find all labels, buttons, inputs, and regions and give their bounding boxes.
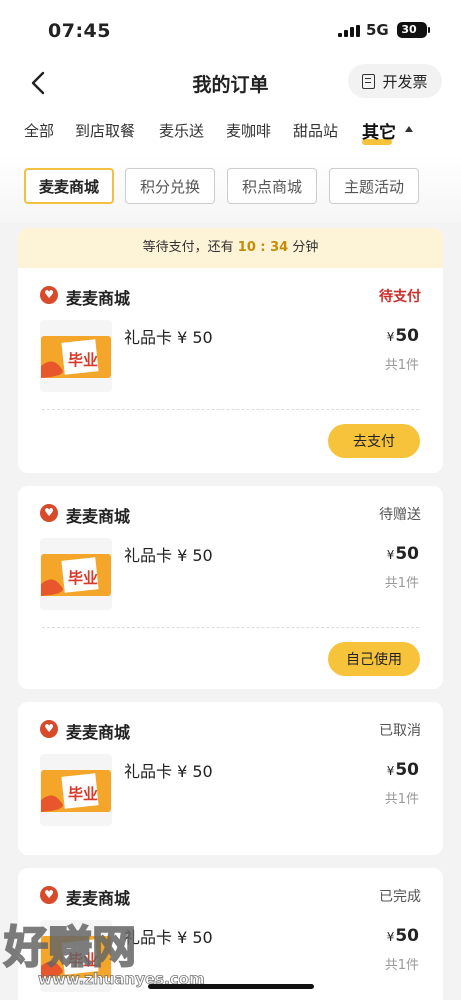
order-header: 麦麦商城 已取消 [18, 702, 443, 744]
mcdonalds-heart-icon [40, 720, 58, 738]
gift-card-thumbnail: 毕业 [40, 920, 112, 992]
order-item[interactable]: 毕业 礼品卡 ¥ 50 ¥50 共1件 [18, 310, 443, 410]
category-tabs: 全部 到店取餐 麦乐送 麦咖啡 甜品站 其它 [0, 108, 461, 154]
order-item[interactable]: 毕业 礼品卡 ¥ 50 ¥50 共1件 [18, 744, 443, 844]
tab-other[interactable]: 其它 [362, 118, 396, 143]
gift-card-thumbnail: 毕业 [40, 538, 112, 610]
countdown-time: 10 : 34 [237, 240, 289, 255]
currency-symbol: ¥ [386, 330, 395, 344]
mcdonalds-heart-icon [40, 504, 58, 522]
order-header: 麦麦商城 已完成 [18, 868, 443, 910]
order-status: 已完成 [379, 889, 421, 905]
tab-all[interactable]: 全部 [24, 120, 54, 141]
filter-points-exchange[interactable]: 积分兑换 [125, 168, 215, 204]
order-status: 待支付 [379, 289, 421, 305]
pay-now-button[interactable]: 去支付 [328, 424, 420, 458]
mcdonalds-heart-icon [40, 886, 58, 904]
price: ¥50 [387, 760, 419, 780]
product-name: 礼品卡 ¥ 50 [124, 762, 213, 781]
filter-points-mall[interactable]: 积点商城 [227, 168, 317, 204]
price-value: 50 [395, 760, 419, 780]
network-type: 5G [366, 21, 389, 39]
gift-card-thumbnail: 毕业 [40, 754, 112, 826]
filter-theme-events[interactable]: 主题活动 [329, 168, 419, 204]
item-count: 共1件 [384, 792, 419, 807]
invoice-label: 开发票 [382, 72, 428, 91]
filter-mcmall[interactable]: 麦麦商城 [24, 168, 114, 204]
order-card[interactable]: 等待支付，还有 10 : 34 分钟 麦麦商城 待支付 毕业 礼品卡 ¥ 50 … [18, 228, 443, 473]
store-name: 麦麦商城 [66, 889, 131, 908]
status-time: 07:45 [48, 20, 111, 42]
banner-suffix: 分钟 [292, 240, 319, 255]
order-header: 麦麦商城 待赠送 [18, 486, 443, 528]
currency-symbol: ¥ [386, 548, 395, 562]
gift-card-art-text: 毕业 [68, 785, 98, 803]
currency-symbol: ¥ [386, 764, 395, 778]
gift-card-art-text: 毕业 [68, 951, 98, 969]
orders-screen: 07:45 5G 30 我的订单 开发票 全部 到店取餐 麦乐送 麦咖啡 甜品站… [0, 0, 461, 1000]
price: ¥50 [387, 544, 419, 564]
gift-card-thumbnail: 毕业 [40, 320, 112, 392]
mcdonalds-heart-icon [40, 286, 58, 304]
receipt-icon [362, 73, 376, 89]
order-card[interactable]: 麦麦商城 待赠送 毕业 礼品卡 ¥ 50 ¥50 共1件 自己使用 [18, 486, 443, 689]
store-name: 麦麦商城 [66, 723, 131, 742]
cellular-signal-icon [338, 25, 360, 37]
order-header: 麦麦商城 待支付 [18, 268, 443, 310]
order-actions: 自己使用 [18, 628, 443, 689]
home-indicator[interactable] [148, 984, 314, 989]
caret-up-icon[interactable] [405, 126, 413, 132]
price: ¥50 [387, 326, 419, 346]
payment-countdown-banner: 等待支付，还有 10 : 34 分钟 [18, 228, 443, 268]
battery-level: 30 [401, 23, 417, 36]
product-name: 礼品卡 ¥ 50 [124, 928, 213, 947]
nav-header: 我的订单 开发票 [0, 58, 461, 108]
order-item[interactable]: 毕业 礼品卡 ¥ 50 ¥50 共1件 [18, 528, 443, 628]
item-count: 共1件 [384, 358, 419, 373]
order-card[interactable]: 麦麦商城 已完成 毕业 礼品卡 ¥ 50 ¥50 共1件 [18, 868, 443, 1000]
item-count: 共1件 [384, 576, 419, 591]
gift-card-art-text: 毕业 [68, 569, 98, 587]
tab-dine-pickup[interactable]: 到店取餐 [75, 120, 135, 141]
order-card[interactable]: 麦麦商城 已取消 毕业 礼品卡 ¥ 50 ¥50 共1件 [18, 702, 443, 855]
status-bar: 07:45 5G 30 [0, 0, 461, 58]
product-name: 礼品卡 ¥ 50 [124, 546, 213, 565]
tab-mcdelivery[interactable]: 麦乐送 [159, 120, 204, 141]
price: ¥50 [387, 926, 419, 946]
tab-dessert-kiosk[interactable]: 甜品站 [293, 120, 338, 141]
use-myself-button[interactable]: 自己使用 [328, 642, 420, 676]
order-actions: 去支付 [18, 410, 443, 473]
store-name: 麦麦商城 [66, 507, 131, 526]
sub-filter-bar: 麦麦商城 积分兑换 积点商城 主题活动 [0, 154, 461, 222]
currency-symbol: ¥ [386, 930, 395, 944]
banner-prefix: 等待支付，还有 [142, 240, 234, 255]
price-value: 50 [395, 544, 419, 564]
issue-invoice-button[interactable]: 开发票 [348, 64, 442, 98]
price-value: 50 [395, 326, 419, 346]
order-status: 已取消 [379, 723, 421, 739]
product-name: 礼品卡 ¥ 50 [124, 328, 213, 347]
store-name: 麦麦商城 [66, 289, 131, 308]
order-status: 待赠送 [379, 507, 421, 523]
item-count: 共1件 [384, 958, 419, 973]
tab-mccafe[interactable]: 麦咖啡 [226, 120, 271, 141]
battery-icon: 30 [397, 22, 430, 38]
price-value: 50 [395, 926, 419, 946]
gift-card-art-text: 毕业 [68, 351, 98, 369]
